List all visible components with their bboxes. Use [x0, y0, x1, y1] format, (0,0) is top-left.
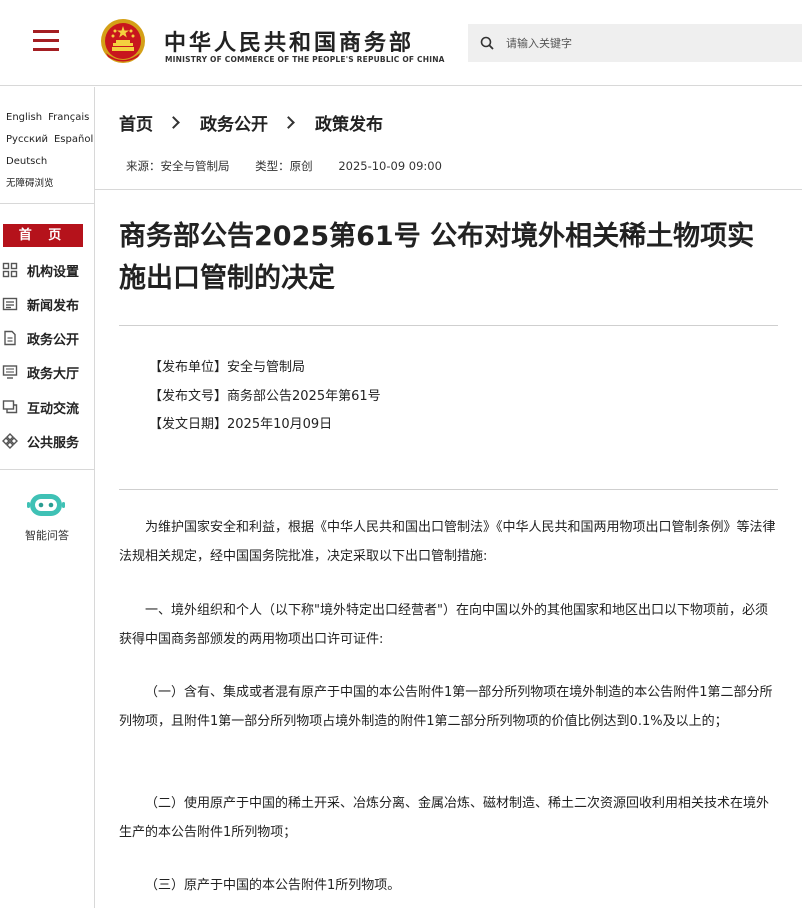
article-paragraph: （一）含有、集成或者混有原产于中国的本公告附件1第一部分所列物项在境外制造的本公…: [119, 685, 773, 729]
info-issuer: 【发布单位】安全与管制局: [149, 360, 306, 375]
sidebar-item-label: 政务公开: [27, 332, 80, 348]
sidebar-item-interaction[interactable]: 互动交流: [2, 396, 94, 418]
sidebar-item-label: 新闻发布: [27, 298, 80, 314]
meta-source: 来源：安全与管制局: [126, 159, 230, 173]
sidebar-item-org[interactable]: 机构设置: [2, 259, 94, 281]
breadcrumb: 首页 政务公开 政策发布: [119, 110, 383, 135]
chevron-right-icon: [282, 116, 295, 129]
language-links: English Français Русский Español Deutsch 无…: [6, 107, 94, 195]
article-title: 商务部公告2025第61号 公布对境外相关稀土物项实施出口管制的决定: [119, 221, 755, 294]
article-paragraph: 为维护国家安全和利益，根据《中华人民共和国出口管制法》《中华人民共和国两用物项出…: [119, 520, 776, 564]
chat-icon: [2, 400, 18, 414]
meta-type: 类型：原创: [255, 159, 313, 173]
sidebar-item-public-service[interactable]: 公共服务: [2, 430, 94, 452]
sidebar-item-label: 机构设置: [27, 264, 80, 280]
sidebar-item-label: 政务大厅: [27, 366, 80, 382]
chevron-right-icon: [167, 116, 180, 129]
service-icon: [2, 433, 18, 449]
title-divider: [119, 325, 778, 326]
newspaper-icon: [2, 297, 18, 311]
org-grid-icon: [2, 262, 18, 278]
info-date: 【发文日期】2025年10月09日: [149, 417, 333, 432]
sidebar-item-gov-affairs[interactable]: 政务公开: [2, 327, 94, 349]
article-paragraph: 一、境外组织和个人（以下称"境外特定出口经营者"）在向中国以外的其他国家和地区出…: [119, 603, 768, 647]
lang-german-link[interactable]: Deutsch: [6, 156, 47, 167]
breadcrumb-home-link[interactable]: 首页: [119, 110, 153, 135]
hamburger-menu-icon[interactable]: [33, 30, 59, 52]
sidebar-item-label: 公共服务: [27, 435, 80, 451]
article-meta: 来源：安全与管制局 类型：原创 2025-10-09 09:00: [126, 158, 464, 174]
robot-assistant-icon[interactable]: [27, 491, 65, 519]
article-paragraph: （三）原产于中国的本公告附件1所列物项。: [145, 878, 401, 893]
lang-english-link[interactable]: English: [6, 112, 42, 123]
accessibility-link[interactable]: 无障碍浏览: [6, 178, 54, 189]
lang-spanish-link[interactable]: Español: [54, 134, 93, 145]
meta-divider: [95, 189, 802, 190]
site-name-cn: 中华人民共和国商务部: [164, 31, 415, 56]
assistant-label[interactable]: 智能问答: [6, 527, 88, 543]
info-divider: [119, 489, 778, 490]
sidebar-divider: [0, 203, 95, 204]
info-doc-number: 【发布文号】商务部公告2025年第61号: [149, 388, 381, 404]
search-icon[interactable]: [480, 36, 494, 50]
site-header: 中华人民共和国商务部 MINISTRY OF COMMERCE OF THE P…: [0, 0, 802, 86]
meta-datetime: 2025-10-09 09:00: [338, 159, 442, 173]
article-info: 【发布单位】安全与管制局 【发布文号】商务部公告2025年第61号 【发文日期】…: [149, 354, 381, 440]
document-icon: [4, 330, 16, 346]
lang-french-link[interactable]: Français: [48, 112, 89, 123]
breadcrumb-gov-affairs-link[interactable]: 政务公开: [200, 110, 268, 135]
site-name-en: MINISTRY OF COMMERCE OF THE PEOPLE'S REP…: [165, 55, 445, 64]
sidebar-home-button[interactable]: 首 页: [3, 224, 83, 247]
search-input[interactable]: [506, 33, 786, 53]
lang-russian-link[interactable]: Русский: [6, 134, 48, 145]
national-emblem-icon: [101, 19, 145, 63]
sidebar-item-service-hall[interactable]: 政务大厅: [2, 361, 94, 383]
monitor-icon: [2, 365, 18, 379]
sidebar-divider: [0, 469, 95, 470]
sidebar: English Français Русский Español Deutsch 无…: [0, 87, 95, 908]
sidebar-item-news[interactable]: 新闻发布: [2, 293, 94, 315]
breadcrumb-policy-link[interactable]: 政策发布: [315, 110, 383, 135]
sidebar-item-label: 互动交流: [27, 401, 80, 417]
article-paragraph: （二）使用原产于中国的稀土开采、冶炼分离、金属冶炼、磁材制造、稀土二次资源回收利…: [119, 796, 770, 840]
